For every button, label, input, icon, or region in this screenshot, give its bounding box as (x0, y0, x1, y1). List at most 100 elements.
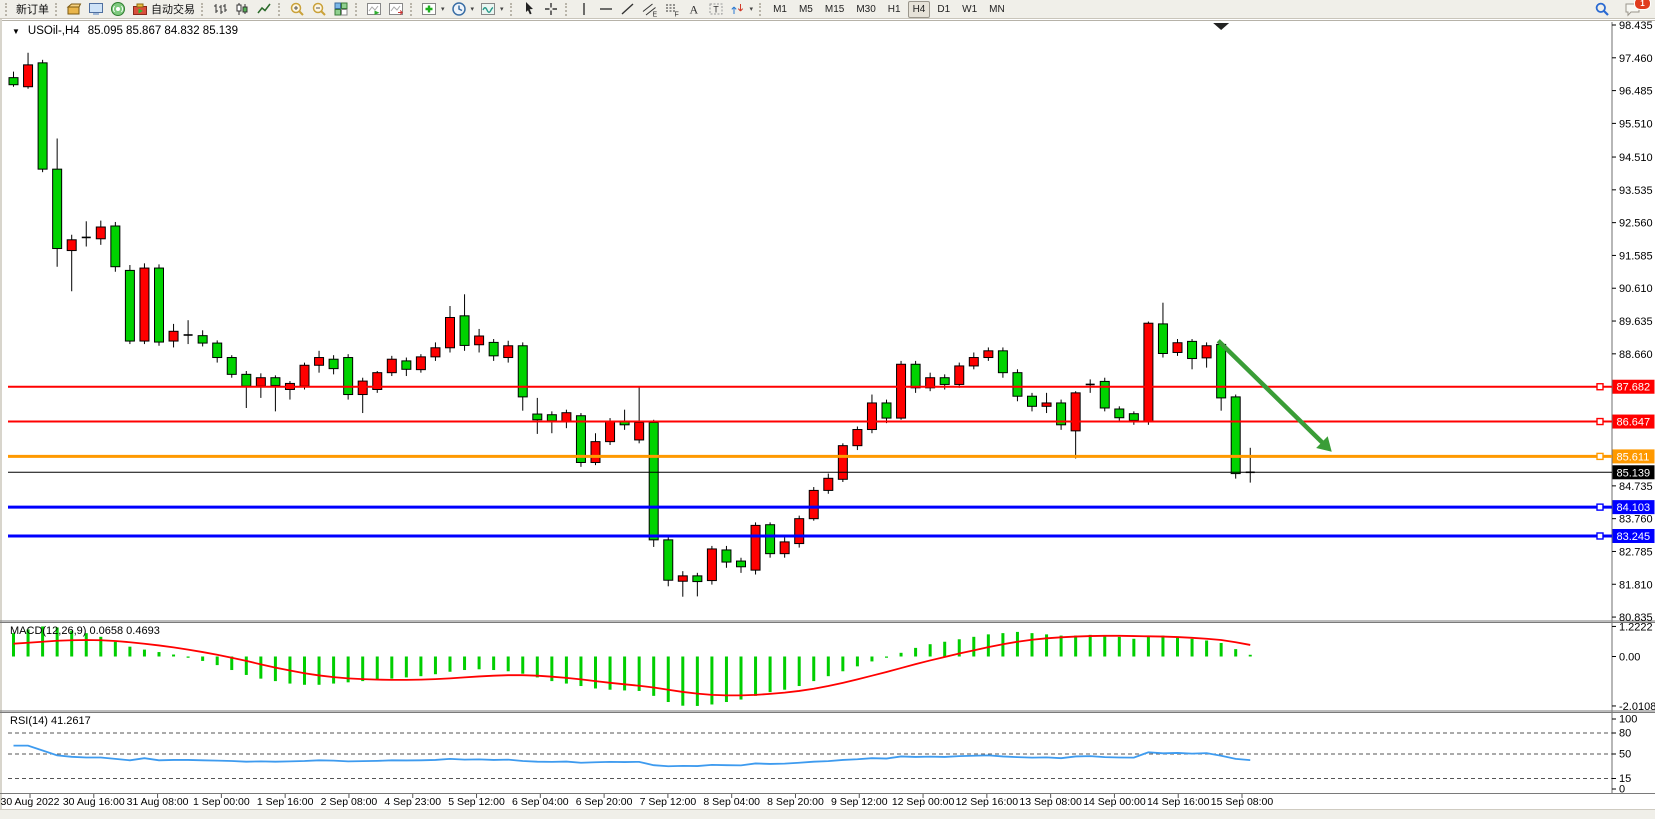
svg-text:84.735: 84.735 (1619, 481, 1653, 493)
toolbar-grip (5, 3, 9, 16)
new-order-button[interactable]: 新订单 (13, 1, 52, 18)
autotrading-button[interactable]: 自动交易 (129, 1, 198, 18)
toolbar-grip (410, 3, 414, 16)
vertical-line-button[interactable] (573, 1, 595, 18)
fibonacci-button[interactable]: F (661, 1, 683, 18)
svg-text:85.611: 85.611 (1617, 451, 1650, 463)
svg-text:7 Sep 12:00: 7 Sep 12:00 (640, 796, 697, 808)
cursor-icon (521, 1, 537, 17)
svg-text:81.810: 81.810 (1619, 579, 1653, 591)
arrows-button[interactable]: ▾ (727, 1, 757, 18)
svg-text:84.103: 84.103 (1617, 502, 1651, 514)
tile-windows-button[interactable] (330, 1, 352, 18)
equidistant-channel-button[interactable]: E (639, 1, 661, 18)
svg-text:31 Aug 08:00: 31 Aug 08:00 (127, 796, 189, 808)
toolbar-right-icons: 1 (1591, 1, 1653, 18)
macd-indicator-label: MACD(12,26,9) 0.0658 0.4693 (10, 625, 160, 637)
timeframe-w1-button[interactable]: W1 (957, 1, 982, 18)
text-button[interactable]: A (683, 1, 705, 18)
line-chart-button[interactable] (253, 1, 275, 18)
svg-text:8 Sep 20:00: 8 Sep 20:00 (767, 796, 824, 808)
timeframe-m5-button[interactable]: M5 (794, 1, 818, 18)
svg-text:92.560: 92.560 (1619, 218, 1653, 230)
signal-button[interactable] (107, 1, 129, 18)
crosshair-button[interactable] (540, 1, 562, 18)
candlestick-chart-button[interactable] (231, 1, 253, 18)
zoom-in-button[interactable] (286, 1, 308, 18)
bar-chart-button[interactable] (209, 1, 231, 18)
svg-text:82.785: 82.785 (1619, 546, 1653, 558)
timeframe-m1-button[interactable]: M1 (768, 1, 792, 18)
signal-icon (110, 1, 126, 17)
svg-text:87.682: 87.682 (1617, 382, 1651, 394)
svg-text:30 Aug 2022: 30 Aug 2022 (1, 796, 60, 808)
chart-canvas[interactable]: 98.43597.46096.48595.51094.51093.53592.5… (0, 19, 1655, 819)
svg-text:9 Sep 12:00: 9 Sep 12:00 (831, 796, 888, 808)
svg-text:97.460: 97.460 (1619, 53, 1653, 65)
chart-window[interactable]: 98.43597.46096.48595.51094.51093.53592.5… (0, 19, 1655, 819)
templates-button[interactable]: ▾ (477, 1, 507, 18)
svg-text:30 Aug 16:00: 30 Aug 16:00 (63, 796, 125, 808)
text-icon: A (686, 1, 702, 17)
svg-text:83.245: 83.245 (1617, 531, 1651, 543)
search-button[interactable] (1591, 1, 1613, 18)
terminal-button[interactable] (85, 1, 107, 18)
svg-text:100: 100 (1619, 714, 1637, 726)
chat-button[interactable]: 1 (1621, 1, 1645, 18)
toolbar: 新订单 自动交易 ▾ ▾ ▾ EFA T ▾ M1M5M15M30H1H4D1W1MN 1 (0, 0, 1655, 19)
horizontal-line-icon (598, 1, 614, 17)
svg-text:98.435: 98.435 (1619, 20, 1653, 32)
tile-windows-icon (333, 1, 349, 17)
zoom-out-button[interactable] (308, 1, 330, 18)
terminal-icon (88, 1, 104, 17)
svg-text:6 Sep 04:00: 6 Sep 04:00 (512, 796, 569, 808)
auto-scroll-icon (366, 1, 382, 17)
dropdown-caret-icon: ▾ (471, 5, 475, 13)
svg-text:T: T (713, 5, 719, 15)
svg-text:5 Sep 12:00: 5 Sep 12:00 (448, 796, 505, 808)
timeframe-h1-button[interactable]: H1 (883, 1, 906, 18)
svg-text:86.647: 86.647 (1617, 417, 1651, 429)
timeframe-d1-button[interactable]: D1 (932, 1, 955, 18)
chart-shift-icon (388, 1, 404, 17)
zoom-out-icon (311, 1, 327, 17)
dropdown-caret-icon: ▾ (500, 5, 504, 13)
arrows-icon (730, 1, 746, 17)
svg-text:8 Sep 04:00: 8 Sep 04:00 (703, 796, 760, 808)
svg-text:0.00: 0.00 (1619, 652, 1640, 664)
horizontal-scrollbar[interactable] (0, 809, 1655, 819)
vertical-line-icon (576, 1, 592, 17)
periods-button[interactable]: ▾ (448, 1, 478, 18)
svg-text:1.2222: 1.2222 (1619, 621, 1653, 633)
svg-text:-2.0108: -2.0108 (1619, 701, 1655, 713)
toolbar-grip (510, 3, 514, 16)
charts-cube-button[interactable] (63, 1, 85, 18)
text-label-button[interactable]: T (705, 1, 727, 18)
crosshair-icon (543, 1, 559, 17)
trendline-icon (620, 1, 636, 17)
toolbar-grip (565, 3, 569, 16)
svg-text:0: 0 (1619, 784, 1625, 796)
timeframe-m30-button[interactable]: M30 (851, 1, 880, 18)
svg-text:4 Sep 23:00: 4 Sep 23:00 (384, 796, 441, 808)
collapse-triangle-icon[interactable]: ▼ (12, 27, 20, 36)
fibonacci-icon: F (664, 1, 680, 17)
timeframe-mn-button[interactable]: MN (984, 1, 1010, 18)
svg-text:90.610: 90.610 (1619, 283, 1653, 295)
horizontal-line-button[interactable] (595, 1, 617, 18)
timeframe-h4-button[interactable]: H4 (908, 1, 931, 18)
new-order-label: 新订单 (16, 1, 49, 17)
chart-title: ▼ USOil-,H4 85.095 85.867 84.832 85.139 (12, 25, 238, 37)
indicators-button[interactable]: ▾ (418, 1, 448, 18)
svg-text:2 Sep 08:00: 2 Sep 08:00 (321, 796, 378, 808)
equidistant-channel-icon: E (642, 1, 658, 17)
timeframe-m15-button[interactable]: M15 (820, 1, 849, 18)
chart-shift-button[interactable] (385, 1, 407, 18)
cursor-button[interactable] (518, 1, 540, 18)
auto-scroll-button[interactable] (363, 1, 385, 18)
trendline-button[interactable] (617, 1, 639, 18)
bar-chart-icon (212, 1, 228, 17)
text-label-icon: T (708, 1, 724, 17)
line-chart-icon (256, 1, 272, 17)
toolbar-grip (201, 3, 205, 16)
